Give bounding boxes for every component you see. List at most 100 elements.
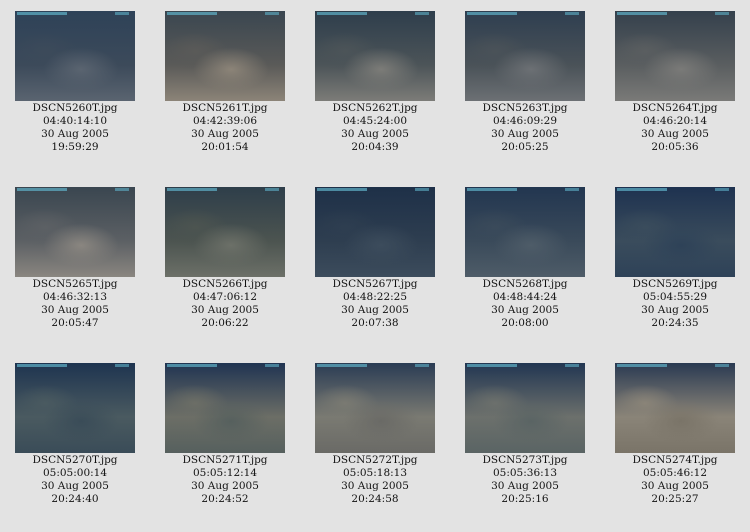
file-name: DSCN5273T.jpg — [482, 454, 568, 466]
timecode: 05:05:12:14 — [192, 467, 258, 479]
overlay-text-mark — [317, 364, 367, 367]
time: 20:24:40 — [51, 493, 99, 505]
time: 20:01:54 — [201, 141, 249, 153]
date: 30 Aug 2005 — [191, 480, 259, 492]
date: 30 Aug 2005 — [491, 128, 559, 140]
overlay-text-mark — [467, 364, 517, 367]
overlay-text-mark — [617, 12, 667, 15]
file-name: DSCN5268T.jpg — [482, 278, 568, 290]
file-name: DSCN5261T.jpg — [182, 102, 268, 114]
file-name: DSCN5266T.jpg — [182, 278, 268, 290]
timecode: 04:48:44:24 — [492, 291, 558, 303]
thumbnail-item: DSCN5271T.jpg 05:05:12:14 30 Aug 2005 20:24… — [150, 363, 300, 505]
timecode: 04:45:24:00 — [342, 115, 408, 127]
overlay-text-mark — [265, 12, 279, 15]
date: 30 Aug 2005 — [41, 128, 109, 140]
overlay-text-mark — [167, 364, 217, 367]
time: 20:04:39 — [351, 141, 399, 153]
file-name: DSCN5272T.jpg — [332, 454, 418, 466]
thumbnail-image-link[interactable] — [615, 11, 735, 101]
time: 20:05:47 — [51, 317, 99, 329]
date: 30 Aug 2005 — [641, 304, 709, 316]
overlay-text-mark — [715, 12, 729, 15]
thumbnail-item: DSCN5268T.jpg 04:48:44:24 30 Aug 2005 20:08… — [450, 187, 600, 329]
file-name: DSCN5263T.jpg — [482, 102, 568, 114]
thumbnail-item: DSCN5270T.jpg 05:05:00:14 30 Aug 2005 20:24… — [0, 363, 150, 505]
date: 30 Aug 2005 — [341, 128, 409, 140]
thumbnail-item: DSCN5267T.jpg 04:48:22:25 30 Aug 2005 20:07… — [300, 187, 450, 329]
overlay-text-mark — [617, 188, 667, 191]
overlay-text-mark — [167, 188, 217, 191]
thumbnail-image-link[interactable] — [315, 363, 435, 453]
time: 20:06:22 — [201, 317, 249, 329]
thumbnail-image-link[interactable] — [15, 363, 135, 453]
thumbnail-image-link[interactable] — [15, 11, 135, 101]
timecode: 04:40:14:10 — [42, 115, 108, 127]
overlay-text-mark — [317, 188, 367, 191]
thumbnail-image-link[interactable] — [465, 363, 585, 453]
overlay-text-mark — [467, 12, 517, 15]
file-name: DSCN5269T.jpg — [632, 278, 718, 290]
thumbnail-image-link[interactable] — [615, 363, 735, 453]
date: 30 Aug 2005 — [491, 304, 559, 316]
file-name: DSCN5264T.jpg — [632, 102, 718, 114]
overlay-text-mark — [17, 12, 67, 15]
thumbnail-image-link[interactable] — [165, 363, 285, 453]
date: 30 Aug 2005 — [641, 128, 709, 140]
file-name: DSCN5260T.jpg — [32, 102, 118, 114]
thumbnail-image-link[interactable] — [165, 11, 285, 101]
date: 30 Aug 2005 — [491, 480, 559, 492]
time: 20:25:16 — [501, 493, 549, 505]
date: 30 Aug 2005 — [41, 304, 109, 316]
overlay-text-mark — [415, 12, 429, 15]
time: 20:24:58 — [351, 493, 399, 505]
thumbnail-image-link[interactable] — [465, 11, 585, 101]
thumbnail-item: DSCN5273T.jpg 05:05:36:13 30 Aug 2005 20:25… — [450, 363, 600, 505]
timecode: 04:46:20:14 — [642, 115, 708, 127]
date: 30 Aug 2005 — [191, 128, 259, 140]
thumbnail-image-link[interactable] — [315, 11, 435, 101]
overlay-text-mark — [415, 188, 429, 191]
overlay-text-mark — [17, 364, 67, 367]
date: 30 Aug 2005 — [641, 480, 709, 492]
overlay-text-mark — [115, 364, 129, 367]
timecode: 05:04:55:29 — [642, 291, 708, 303]
date: 30 Aug 2005 — [341, 304, 409, 316]
file-name: DSCN5267T.jpg — [332, 278, 418, 290]
overlay-text-mark — [415, 364, 429, 367]
thumbnail-image-link[interactable] — [615, 187, 735, 277]
thumbnail-image-link[interactable] — [465, 187, 585, 277]
thumbnail-item: DSCN5263T.jpg 04:46:09:29 30 Aug 2005 20:05… — [450, 11, 600, 153]
file-name: DSCN5262T.jpg — [332, 102, 418, 114]
time: 20:07:38 — [351, 317, 399, 329]
thumbnail-item: DSCN5266T.jpg 04:47:06:12 30 Aug 2005 20:06… — [150, 187, 300, 329]
overlay-text-mark — [715, 188, 729, 191]
timecode: 04:46:09:29 — [492, 115, 558, 127]
overlay-text-mark — [265, 188, 279, 191]
date: 30 Aug 2005 — [341, 480, 409, 492]
timecode: 05:05:18:13 — [342, 467, 408, 479]
file-name: DSCN5270T.jpg — [32, 454, 118, 466]
thumbnail-image-link[interactable] — [15, 187, 135, 277]
time: 20:05:25 — [501, 141, 549, 153]
overlay-text-mark — [715, 364, 729, 367]
overlay-text-mark — [265, 364, 279, 367]
file-name: DSCN5274T.jpg — [632, 454, 718, 466]
overlay-text-mark — [17, 188, 67, 191]
time: 20:05:36 — [651, 141, 699, 153]
thumbnail-image-link[interactable] — [165, 187, 285, 277]
overlay-text-mark — [617, 364, 667, 367]
file-name: DSCN5265T.jpg — [32, 278, 118, 290]
thumbnail-item: DSCN5261T.jpg 04:42:39:06 30 Aug 2005 20:01… — [150, 11, 300, 153]
thumbnail-item: DSCN5264T.jpg 04:46:20:14 30 Aug 2005 20:05… — [600, 11, 750, 153]
date: 30 Aug 2005 — [191, 304, 259, 316]
thumbnail-item: DSCN5262T.jpg 04:45:24:00 30 Aug 2005 20:04… — [300, 11, 450, 153]
timecode: 04:48:22:25 — [342, 291, 408, 303]
thumbnail-item: DSCN5274T.jpg 05:05:46:12 30 Aug 2005 20:25… — [600, 363, 750, 505]
time: 20:24:35 — [651, 317, 699, 329]
time: 20:25:27 — [651, 493, 699, 505]
overlay-text-mark — [467, 188, 517, 191]
timecode: 04:47:06:12 — [192, 291, 258, 303]
thumbnail-image-link[interactable] — [315, 187, 435, 277]
time: 20:08:00 — [501, 317, 549, 329]
